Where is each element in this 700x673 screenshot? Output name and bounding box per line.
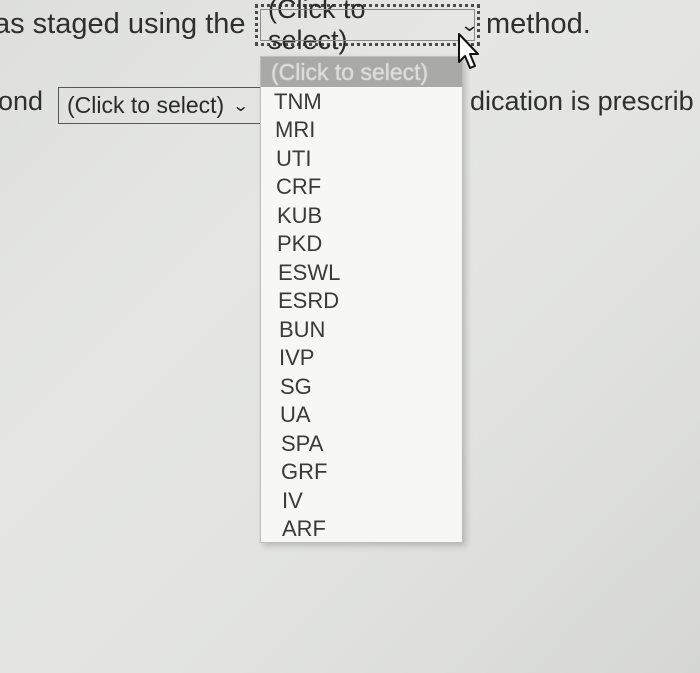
- dropdown-option[interactable]: BUN: [279, 317, 325, 343]
- sentence-2-trailing-text: dication is prescrib: [470, 86, 694, 116]
- second-select[interactable]: (Click to select) ⌄: [58, 87, 264, 124]
- dropdown-option[interactable]: CRF: [276, 174, 321, 200]
- dropdown-option[interactable]: UA: [280, 402, 311, 428]
- dropdown-option[interactable]: IV: [282, 488, 303, 514]
- dropdown-option[interactable]: IVP: [279, 345, 314, 371]
- dropdown-option[interactable]: KUB: [277, 203, 322, 229]
- dropdown-option[interactable]: TNM: [274, 89, 322, 115]
- select-value: (Click to select): [67, 92, 225, 118]
- dropdown-options: TNM MRI UTI CRF KUB PKD ESWL ESRD BUN IV…: [261, 87, 462, 542]
- dropdown-option[interactable]: SG: [280, 374, 312, 400]
- dropdown-option[interactable]: GRF: [281, 459, 327, 485]
- sentence-1-prefix: as staged using the: [0, 8, 246, 40]
- dropdown-option[interactable]: PKD: [277, 231, 322, 257]
- mouse-pointer-icon: [458, 33, 479, 69]
- sentence-1-suffix: method.: [486, 8, 591, 40]
- staging-method-select[interactable]: (Click to select) ⌄: [255, 0, 480, 55]
- dropdown-option[interactable]: ESRD: [278, 288, 339, 314]
- dropdown-option[interactable]: MRI: [275, 117, 315, 143]
- chevron-down-icon: ⌄: [232, 97, 250, 115]
- select-value: (Click to select): [268, 0, 366, 55]
- dropdown-placeholder-option[interactable]: (Click to select): [261, 57, 462, 87]
- dropdown-option[interactable]: ARF: [282, 516, 326, 542]
- sentence-2-prefix: ond: [0, 86, 44, 116]
- dropdown-list[interactable]: (Click to select) TNM MRI UTI CRF KUB PK…: [260, 56, 463, 543]
- dropdown-option[interactable]: ESWL: [278, 260, 340, 286]
- dropdown-option[interactable]: UTI: [276, 146, 311, 172]
- dropdown-option[interactable]: SPA: [281, 431, 323, 457]
